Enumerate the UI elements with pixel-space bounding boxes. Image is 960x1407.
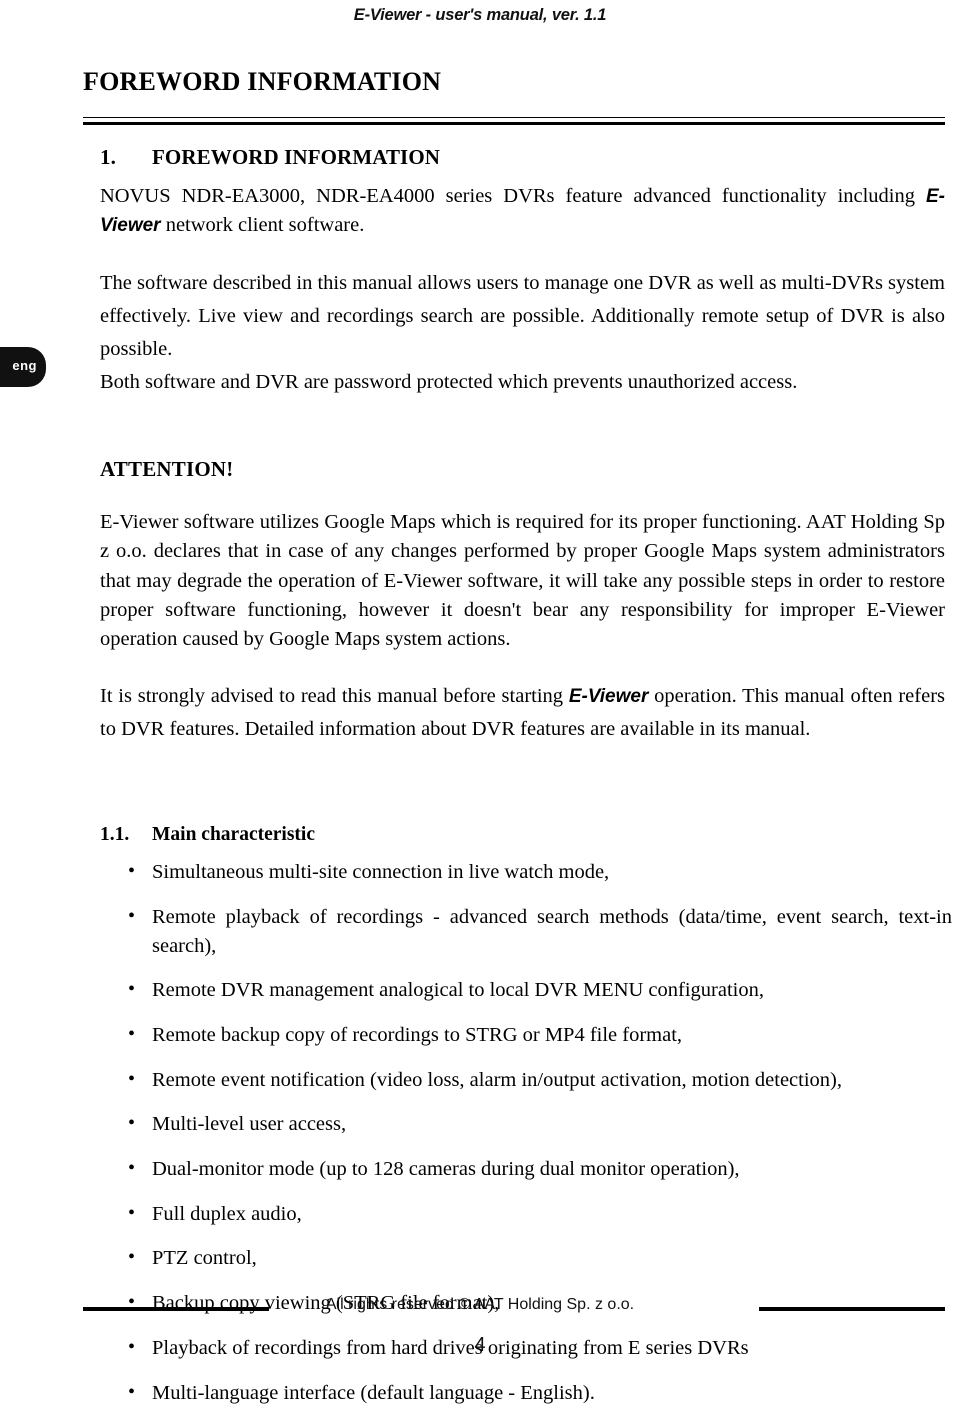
section-heading: 1. FOREWORD INFORMATION (83, 125, 945, 170)
list-item-text: Remote backup copy of recordings to STRG… (152, 1024, 683, 1047)
bullet-icon: • (128, 1023, 136, 1046)
bullet-icon: • (128, 978, 136, 1001)
footer-row: All rights reserved © AAT Holding Sp. z … (0, 1296, 960, 1322)
subsection-title: Main characteristic (152, 824, 315, 846)
list-item: • Remote playback of recordings - advance… (128, 903, 952, 960)
advice-text-part1: It is strongly advised to read this manu… (100, 684, 569, 707)
footer-copyright: All rights reserved © AAT Holding Sp. z … (325, 1296, 635, 1313)
list-item: • Remote event notification (video loss, … (128, 1066, 952, 1095)
bullet-icon: • (128, 904, 136, 927)
list-item: • PTZ control, (128, 1244, 952, 1273)
list-item: • Multi-level user access, (128, 1110, 952, 1139)
list-item: • Full duplex audio, (128, 1200, 952, 1229)
language-tab-label: eng (12, 358, 37, 373)
bullet-icon: • (128, 1201, 136, 1224)
bullet-icon: • (128, 1067, 136, 1090)
list-item: • Dual-monitor mode (up to 128 cameras du… (128, 1155, 952, 1184)
intro-text-part1: NOVUS NDR-EA3000, NDR-EA4000 series DVRs… (100, 185, 926, 208)
list-item-text: Full duplex audio, (152, 1202, 302, 1225)
list-item-text: Remote DVR management analogical to loca… (152, 979, 764, 1002)
feature-list: • Simultaneous multi-site connection in l… (83, 858, 952, 1407)
bullet-icon: • (128, 1246, 136, 1269)
list-item: • Remote backup copy of recordings to STR… (128, 1021, 952, 1050)
list-item-text: Dual-monitor mode (up to 128 cameras dur… (152, 1158, 740, 1181)
language-tab-eng[interactable]: eng (0, 347, 46, 387)
list-item: • Multi-language interface (default langu… (128, 1379, 952, 1407)
list-item-text: Remote event notification (video loss, a… (152, 1068, 843, 1091)
section-number: 1. (100, 145, 116, 170)
subsection-heading: 1.1. Main characteristic (83, 824, 945, 846)
list-item-text: PTZ control, (152, 1247, 257, 1270)
paragraph-attention-body: E-Viewer software utilizes Google Maps w… (100, 511, 945, 650)
section-title: FOREWORD INFORMATION (152, 145, 441, 170)
bullet-icon: • (128, 860, 136, 883)
list-item: • Simultaneous multi-site connection in l… (128, 858, 952, 887)
page-title: FOREWORD INFORMATION (83, 67, 442, 96)
bullet-icon: • (128, 1157, 136, 1180)
paragraph-password: Both software and DVR are password prote… (100, 371, 798, 394)
list-item-text: Multi-level user access, (152, 1113, 347, 1136)
list-item-text: Remote playback of recordings - advanced… (152, 905, 952, 957)
bullet-icon: • (128, 1112, 136, 1135)
brand-eviewer-2: E-Viewer (568, 685, 649, 707)
paragraph-overview: The software described in this manual al… (100, 271, 945, 360)
paragraph-intro: NOVUS NDR-EA3000, NDR-EA4000 series DVRs… (100, 182, 945, 240)
title-divider (83, 117, 945, 126)
page-number: 4 (474, 1334, 486, 1356)
list-item-text: Multi-language interface (default langua… (152, 1381, 595, 1404)
page-footer: All rights reserved © AAT Holding Sp. z … (0, 1296, 960, 1356)
subsection-number: 1.1. (100, 824, 130, 846)
bullet-icon: • (128, 1380, 136, 1403)
list-item: • Remote DVR management analogical to loc… (128, 976, 952, 1005)
attention-heading: ATTENTION! (100, 457, 234, 482)
page-content: FOREWORD INFORMATION 1. FOREWORD INFORMAT… (83, 0, 952, 1407)
body-block: NOVUS NDR-EA3000, NDR-EA4000 series DVRs… (83, 170, 945, 746)
intro-text-part2: network client software. (160, 214, 365, 237)
footer-rule-right (759, 1307, 945, 1311)
paragraph-advice: It is strongly advised to read this manu… (100, 680, 945, 746)
list-item-text: Simultaneous multi-site connection in li… (152, 861, 610, 884)
